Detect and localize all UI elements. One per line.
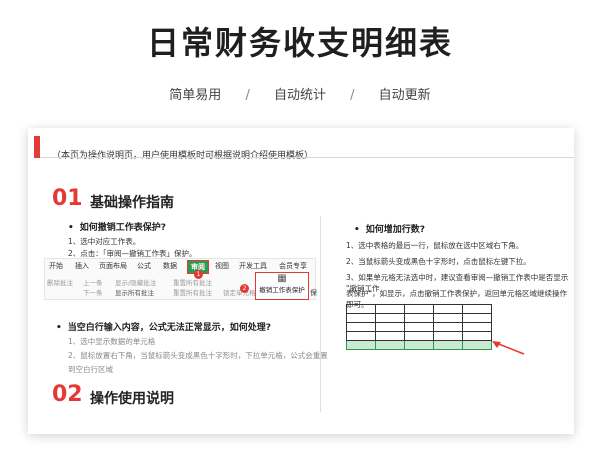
feature-auto-update: 自动更新 xyxy=(378,88,431,103)
unprotect-sheet-label: 撤销工作表保护 xyxy=(259,286,305,294)
sheet-protect-icon: ▦ xyxy=(277,273,287,284)
tab-view[interactable]: 视图 xyxy=(215,261,229,271)
separator: / xyxy=(245,88,250,103)
step-text: 2、当鼠标箭头变成黑色十字形时，点击鼠标左键下拉。 xyxy=(346,257,531,266)
separator: / xyxy=(350,88,355,103)
tab-member[interactable]: 会员专享 xyxy=(279,261,307,271)
selected-row xyxy=(346,340,492,350)
section-number: 02 xyxy=(52,382,83,407)
step-text: 1、选中表格的最后一行，鼠标放在选中区域右下角。 xyxy=(346,241,524,250)
tab-data[interactable]: 数据 xyxy=(163,261,177,271)
step-badge: 1 xyxy=(194,270,203,279)
table-row xyxy=(346,322,492,332)
accent-bar xyxy=(34,136,40,158)
tab-page-layout[interactable]: 页面布局 xyxy=(99,261,127,271)
tab-formula[interactable]: 公式 xyxy=(137,261,151,271)
step-text: 1、选中显示数据的单元格 xyxy=(68,337,156,346)
example-grid xyxy=(346,304,492,350)
section-title: 基础操作指南 xyxy=(90,195,174,211)
feature-auto-stats: 自动统计 xyxy=(273,88,326,103)
table-row xyxy=(346,313,492,323)
divider xyxy=(40,157,574,158)
step-badge: 2 xyxy=(240,284,249,293)
step-text: 到空白行区域 xyxy=(68,365,113,374)
ribbon-tabs: 开始 插入 页面布局 公式 数据 审阅 视图 开发工具 会员专享 xyxy=(45,259,315,274)
tab-developer[interactable]: 开发工具 xyxy=(239,261,267,271)
page-title: 日常财务收支明细表 xyxy=(146,24,453,62)
table-row xyxy=(346,304,492,314)
ribbon-extra: 保 xyxy=(310,289,317,297)
toggle-comment-button[interactable]: 显示/隐藏批注 xyxy=(115,277,156,287)
delete-comment-button[interactable]: 删除批注 xyxy=(47,277,73,287)
step-text: 1、选中对应工作表。 xyxy=(68,237,141,246)
table-row xyxy=(346,331,492,341)
reset-comments-button[interactable]: 重置所有批注 xyxy=(173,287,212,297)
unprotect-sheet-button[interactable]: ▦ 撤销工作表保护 xyxy=(255,272,309,300)
show-all-comments-button[interactable]: 显示所有批注 xyxy=(115,287,154,297)
step-text: 2、鼠标放置右下角，当鼠标箭头变成黑色十字形时，下拉单元格，公式会重置 xyxy=(68,351,328,360)
tab-insert[interactable]: 插入 xyxy=(75,261,89,271)
question-heading: 当空白行输入内容，公式无法正常显示，如何处理? xyxy=(56,320,271,333)
section-number: 01 xyxy=(52,186,83,211)
feature-easy: 简单易用 xyxy=(169,88,222,103)
usage-note: （本页为操作说明页，用户使用模板时可根据说明介绍使用模板） xyxy=(52,151,314,161)
tab-start[interactable]: 开始 xyxy=(49,261,63,271)
prev-comment-button[interactable]: 上一条 xyxy=(83,277,103,287)
drag-arrow-icon xyxy=(492,341,525,355)
instruction-card: （本页为操作说明页，用户使用模板时可根据说明介绍使用模板） 01 基础操作指南 … xyxy=(28,128,574,434)
next-comment-button[interactable]: 下一条 xyxy=(83,287,103,297)
question-heading: 如何撤销工作表保护? xyxy=(68,220,166,233)
feature-line: 简单易用 / 自动统计 / 自动更新 xyxy=(0,84,600,103)
section-title: 操作使用说明 xyxy=(90,391,174,407)
reset-comments-button[interactable]: 重置所有批注 xyxy=(173,277,212,287)
question-heading: 如何增加行数? xyxy=(354,222,425,235)
column-divider xyxy=(320,216,321,412)
